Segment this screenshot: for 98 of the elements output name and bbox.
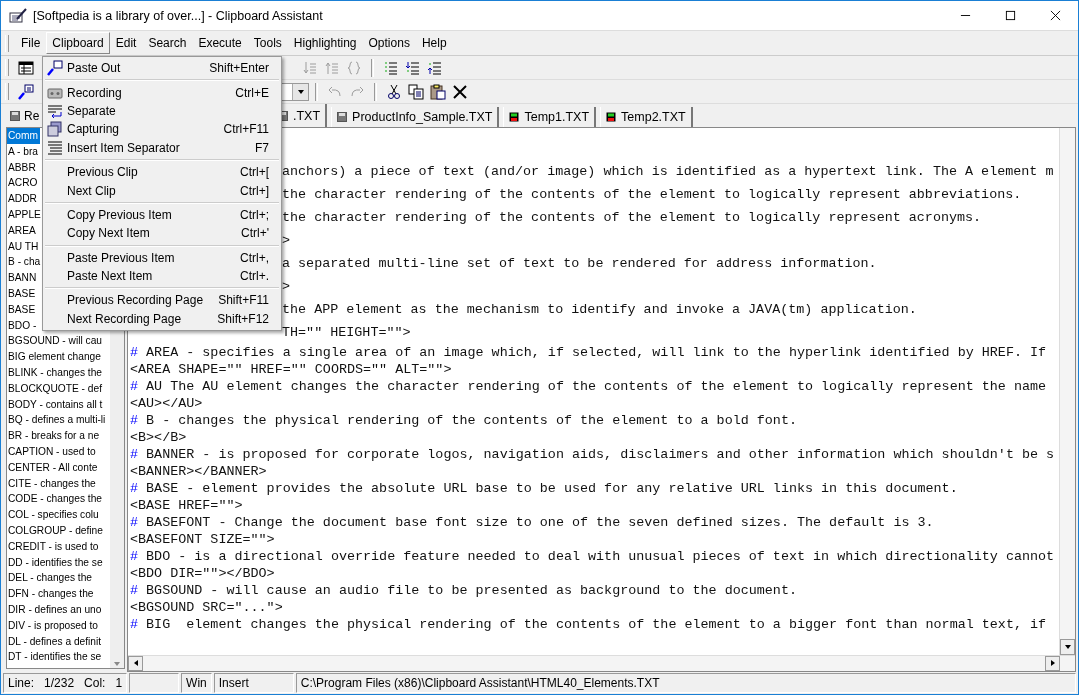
list-item[interactable]: BDO - [7,317,37,334]
code-line: the character rendering of the contents of the element to logically represent abbreviations. [282,186,1022,204]
menu-item[interactable]: Highlighting [287,32,363,54]
menu-item[interactable]: Paste Out Shift+Enter [43,59,281,78]
list-item[interactable]: CITE - changes the [7,475,96,492]
list-item[interactable]: BR - breaks for a ne [7,428,100,444]
menu-item[interactable]: Previous Recording Page Shift+F11 [43,291,281,310]
code-line: > [282,232,291,250]
capture-icon [47,121,63,138]
insert-mode: Insert [213,673,294,693]
close-icon[interactable] [1050,10,1061,21]
caret-icon[interactable] [296,87,305,96]
file-path: C:\Program Files (x86)\Clipboard Assistant\HTML40_Elements.TXT [295,673,1076,693]
code-line: <BANNER></BANNER> [130,463,267,480]
code-line: anchors) a piece of text (and/or image) which is identified as a hypertext link. The A element m [282,163,1054,181]
scrollbar[interactable] [1059,128,1075,655]
code-line: # BASEFONT - Change the document base font size to one of the seven defined sizes. The default is 3. [130,514,934,531]
menu-item[interactable]: Copy Previous Item Ctrl+; [43,205,281,225]
code-line: # BASE - element provides the absolute URL base to be used for any relative URL links in this document. [130,480,958,497]
status-panel [129,673,180,693]
list-item[interactable]: DT - identifies the se [7,649,102,666]
list-item[interactable]: CAPTION - used to [7,443,96,460]
list-item[interactable]: APPLE [7,207,41,223]
app-icon [9,7,27,24]
menu-item[interactable]: Next Clip Ctrl+] [43,181,281,200]
menu-item[interactable]: Tools [247,32,288,54]
list-item[interactable]: DEL - changes the [7,570,92,587]
list-item[interactable]: DD - identifies the se [7,554,103,571]
menu-item[interactable]: Previous Clip Ctrl+[ [43,162,281,182]
list-item[interactable]: Comm [7,128,40,144]
list-item[interactable]: DIV - is proposed to [7,617,99,634]
list-item[interactable]: BANN [7,270,37,286]
code-line: # AREA - specifies a single area of an image which, if selected, will link to the hyperlink identified by HREF. If [130,344,1047,361]
list-icon [47,139,63,156]
code-line: <AREA SHAPE="" HREF="" COORDS="" ALT=""> [130,361,452,378]
list-item[interactable]: AU TH [7,238,39,255]
list-item[interactable]: ADDR [7,191,37,207]
code-line: <AU></AU> [130,395,203,412]
scrollbar[interactable] [128,655,1075,671]
code-line: # BGSOUND - will cause an audio file to be presented as background to the document. [130,582,797,599]
list-item[interactable]: CENTER - All conte [7,459,98,476]
code-line: <BDO DIR=""></BDO> [130,565,275,582]
menu-item[interactable]: File [15,32,47,54]
list-item[interactable]: AREA [7,222,36,239]
code-line: # B - changes the physical rendering of the contents of the element to a bold font. [130,412,797,429]
menu-item[interactable]: Edit [109,32,143,54]
menu-item[interactable]: Paste Previous Item Ctrl+, [43,248,281,267]
code-line: the character rendering of the contents of the element to logically represent acronyms. [282,209,982,227]
list-item[interactable]: BASE [7,285,36,302]
code-line: # BIG element changes the physical rendering of the contents of the element to a bigger font than normal text, if [130,616,1047,633]
list-item[interactable]: COLGROUP - define [7,522,103,539]
menu-item[interactable]: Recording Ctrl+E [43,83,281,102]
list-item[interactable]: BQ - defines a multi-li [7,412,106,429]
code-line: # AU The AU element changes the character rendering of the contents of the element to logically represent the name [130,378,1047,395]
list-item[interactable]: DL - defines a definit [7,633,102,650]
menu-item[interactable]: Search [142,32,193,54]
code-line: <BASE HREF=""> [130,497,243,514]
scroll-right-icon[interactable] [1048,659,1057,667]
list-item[interactable]: BGSOUND - will cau [7,333,102,350]
menu-item[interactable]: Next Recording Page Shift+F12 [43,309,281,329]
list-item[interactable]: BODY - contains all t [7,396,103,413]
cursor-position: Line: 1/232 Col: 1 [3,673,128,693]
list-item[interactable]: COL - specifies colu [7,507,99,523]
window-title: [Softpedia is a library of over...] - Clipboard Assistant [33,8,323,23]
list-item[interactable]: BLOCKQUOTE - def [7,380,102,397]
code-line: > [282,278,291,296]
list-item[interactable]: BLINK - changes the [7,364,102,381]
code-line: <B></B> [130,429,187,446]
list-item[interactable]: CREDIT - is used to [7,538,99,555]
list-item[interactable]: DIR - defines an uno [7,601,102,618]
code-line: TH="" HEIGHT=""> [282,324,411,342]
code-line: the APP element as the mechanism to identify and invoke a JAVA(tm) application. [282,301,917,319]
code-line: a separated multi-line set of text to be rendered for address information. [282,255,877,273]
code-line: # BDO - is a directional override feature needed to deal with unusual pieces of text in which directionality cannot [130,548,1055,565]
panel-title: Re [24,108,40,123]
menu-item[interactable]: Clipboard [46,32,110,54]
list-item[interactable]: CODE - changes the [7,491,102,508]
menu-item[interactable]: Paste Next Item Ctrl+. [43,266,281,286]
list-item[interactable]: ABBR [7,159,36,176]
menu-item[interactable]: Copy Next Item Ctrl+' [43,224,281,243]
list-item[interactable]: BIG element change [7,349,101,365]
line-ending-mode: Win [181,673,212,693]
code-line: <BGSOUND SRC="..."> [130,599,283,616]
menu-item[interactable]: Insert Item Separator F7 [43,138,281,157]
list-item[interactable]: ACRO [7,175,38,192]
list-item[interactable]: DFN - changes the [7,586,94,602]
menu-item[interactable]: Help [415,32,453,54]
maximize-icon[interactable] [1005,10,1016,21]
list-item[interactable]: BASE [7,301,36,318]
scroll-down-icon[interactable] [1063,643,1072,651]
code-line: <BASEFONT SIZE=""> [130,531,275,548]
list-item[interactable]: B - cha [7,254,41,271]
paste-icon [47,60,63,77]
menu-item[interactable]: Execute [192,32,248,54]
separate-icon [47,102,63,119]
code-line: # BANNER - is proposed for corporate logos, navigation aids, disclaimers and other information which shouldn't be s [130,446,1055,463]
list-item[interactable]: A - bra [7,143,38,160]
menu-item[interactable]: Options [362,32,416,54]
